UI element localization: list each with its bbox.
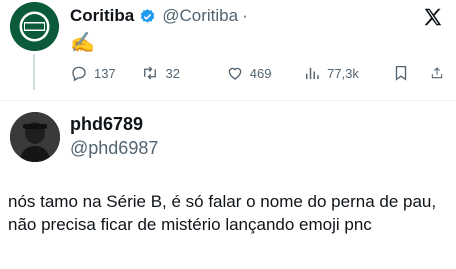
views-count: 77,3k [327, 65, 359, 81]
reply-author-name[interactable]: phd6789 [70, 114, 143, 135]
reply-author-handle[interactable]: @phd6987 [70, 138, 158, 159]
retweet-icon [144, 66, 157, 80]
bookmark-icon [396, 65, 407, 81]
views-button[interactable]: 77,3k [303, 64, 392, 82]
views-icon [306, 67, 319, 79]
share-button[interactable] [430, 64, 450, 82]
x-logo-icon [424, 8, 442, 26]
tweet-text: ✍️ [70, 32, 95, 54]
reply-avatar[interactable] [10, 112, 60, 162]
tweet-header: Coritiba @Coritiba · [70, 6, 248, 26]
author-handle[interactable]: @Coritiba [162, 6, 238, 26]
tweet-actions: 137 32 469 77,3k [70, 64, 450, 82]
tweet-divider [0, 100, 456, 101]
original-tweet[interactable]: Coritiba @Coritiba · ✍️ 137 32 469 77,3k [0, 0, 456, 100]
reply-button[interactable]: 137 [70, 64, 129, 82]
retweet-button[interactable]: 32 [141, 64, 225, 82]
author-name[interactable]: Coritiba [70, 6, 134, 26]
reply-count: 137 [94, 65, 116, 81]
reply-text: nós tamo na Série B, é só falar o nome d… [8, 192, 437, 234]
share-icon [431, 67, 443, 79]
retweet-count: 32 [165, 65, 180, 81]
like-button[interactable]: 469 [226, 64, 303, 82]
like-count: 469 [249, 65, 272, 81]
verified-badge-icon [141, 8, 155, 23]
coritiba-avatar[interactable] [10, 2, 59, 51]
separator-dot: · [242, 6, 248, 25]
bookmark-button[interactable] [392, 64, 430, 82]
reply-icon [72, 66, 86, 82]
thread-connector [33, 54, 35, 90]
like-icon [228, 67, 242, 80]
